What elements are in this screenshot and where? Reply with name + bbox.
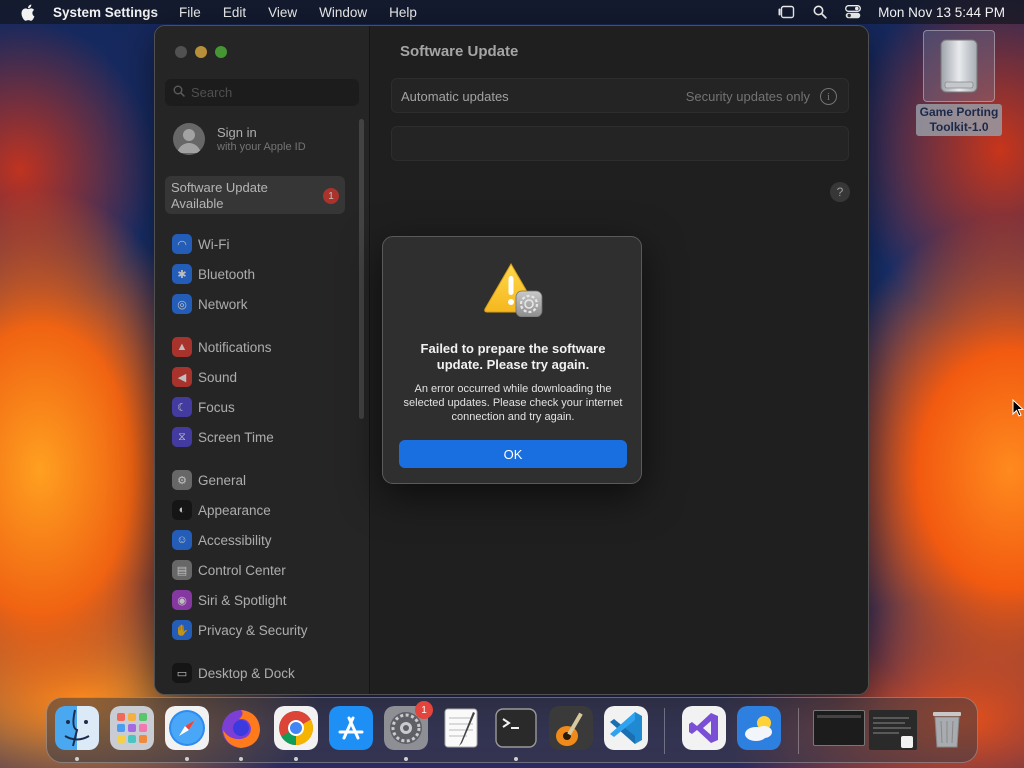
alert-message: An error occurred while downloading the … [403,383,623,423]
warning-settings-icon [484,263,543,317]
textedit-icon[interactable] [439,706,483,750]
trash-icon[interactable] [925,706,969,750]
terminal-icon[interactable] [494,706,538,750]
terminal-running-indicator [514,757,518,761]
menu-file[interactable]: File [179,5,201,20]
mouse-cursor-icon [1012,399,1024,417]
weather-icon[interactable] [737,706,781,750]
garageband-icon[interactable] [549,706,593,750]
disk-label-line2: Toolkit-1.0 [929,120,989,134]
desktop-disk-label: Game Porting Toolkit-1.0 [915,104,1003,136]
safari-running-indicator [185,757,189,761]
visual-studio-icon[interactable] [682,706,726,750]
menu-edit[interactable]: Edit [223,5,246,20]
menu-window[interactable]: Window [319,5,367,20]
chrome-running-indicator [294,757,298,761]
firefox-running-indicator [239,757,243,761]
dock-separator [664,708,665,754]
minimized-window-thumbnail[interactable] [813,710,865,746]
external-disk-icon [923,30,995,102]
desktop-disk-item[interactable]: Game Porting Toolkit-1.0 [913,30,1005,136]
vscode-icon[interactable] [604,706,648,750]
menu-view[interactable]: View [268,5,297,20]
ok-button[interactable]: OK [399,440,627,468]
finder-running-indicator [75,757,79,761]
app-name-menu[interactable]: System Settings [53,5,158,20]
firefox-icon[interactable] [219,706,263,750]
chrome-icon[interactable] [274,706,318,750]
app-store-icon[interactable] [329,706,373,750]
dock: 1 [46,697,978,763]
control-center-icon[interactable] [845,5,862,19]
spotlight-search-icon[interactable] [813,5,827,19]
safari-icon[interactable] [165,706,209,750]
dock-separator-2 [798,708,799,754]
system-settings-badge: 1 [415,701,433,719]
disk-label-line1: Game Porting [919,105,999,119]
menubar-clock[interactable]: Mon Nov 13 5:44 PM [878,5,1005,20]
stage-manager-icon[interactable] [777,5,795,19]
system-settings-running-indicator [404,757,408,761]
alert-title: Failed to prepare the software update. P… [420,341,606,372]
menu-help[interactable]: Help [389,5,417,20]
minimized-terminal-thumbnail[interactable] [869,710,917,750]
error-alert-dialog: Failed to prepare the software update. P… [382,236,642,484]
launchpad-icon[interactable] [110,706,154,750]
apple-menu-icon[interactable] [16,0,38,24]
menu-bar: System Settings File Edit View Window He… [0,0,1024,24]
finder-icon[interactable] [55,706,99,750]
